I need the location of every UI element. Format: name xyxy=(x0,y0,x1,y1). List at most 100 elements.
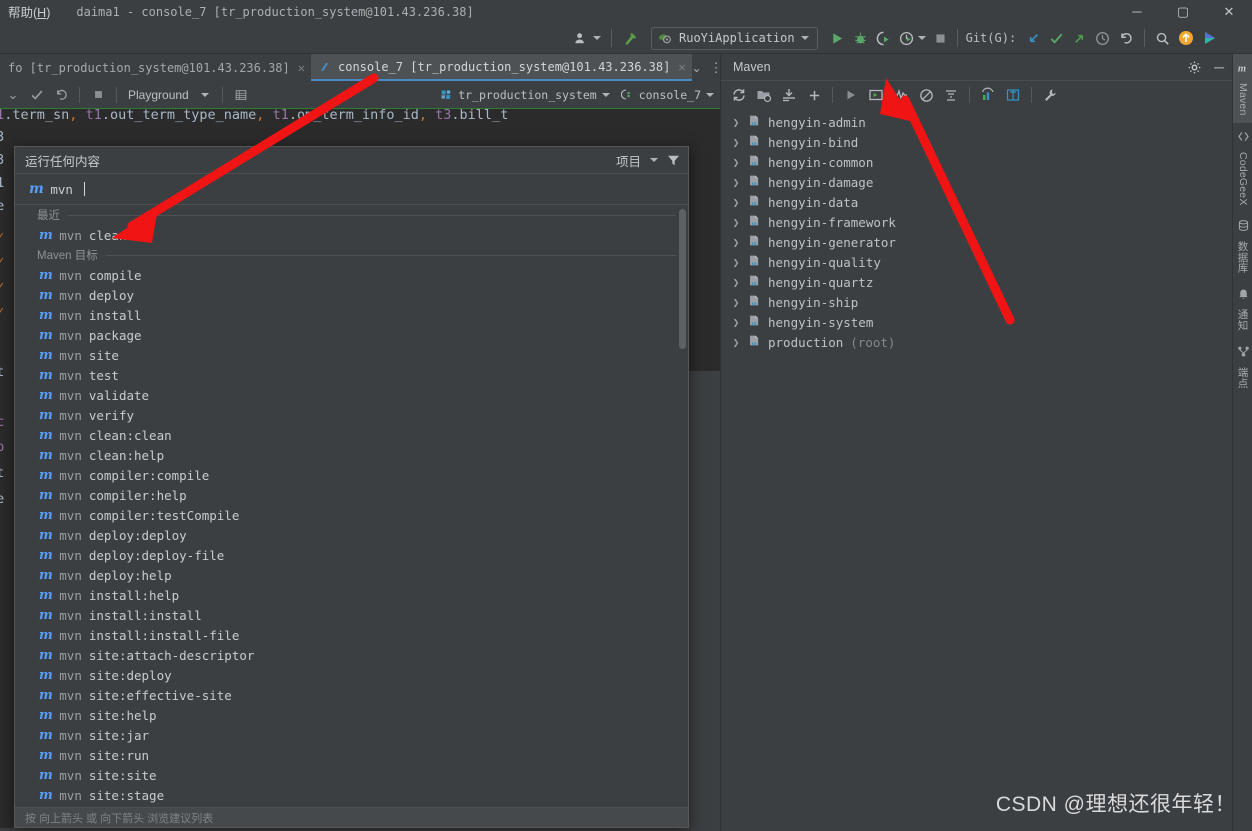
chevron-right-icon[interactable]: ❯ xyxy=(731,276,741,289)
chevron-right-icon[interactable]: ❯ xyxy=(731,316,741,329)
suggestion-item[interactable]: m mvn clean:help xyxy=(15,445,688,465)
hide-tool-window-icon[interactable]: ─ xyxy=(1214,60,1224,74)
suggestion-item[interactable]: m mvn compiler:testCompile xyxy=(15,505,688,525)
chevron-right-icon[interactable]: ❯ xyxy=(731,256,741,269)
suggestion-item[interactable]: m mvn install:install-file xyxy=(15,625,688,645)
suggestion-item[interactable]: m mvn site:attach-descriptor xyxy=(15,645,688,665)
run-button[interactable] xyxy=(826,26,849,50)
search-everywhere-icon[interactable] xyxy=(1151,26,1174,50)
run-configuration-selector[interactable]: RuoYiApplication xyxy=(651,26,818,50)
popup-scrollbar[interactable] xyxy=(679,209,686,349)
git-rollback-icon[interactable] xyxy=(1114,26,1138,50)
codegeex-icon[interactable] xyxy=(1198,26,1222,50)
suggestion-item[interactable]: m mvn install:help xyxy=(15,585,688,605)
stripe-button-CodeGeeX[interactable]: CodeGeeX xyxy=(1233,123,1252,213)
datasource-selector[interactable]: tr_production_system xyxy=(440,88,597,102)
suggestion-item[interactable]: m mvn install xyxy=(15,305,688,325)
chevron-right-icon[interactable]: ❯ xyxy=(731,116,741,129)
maven-tree-node[interactable]: ❯ m hengyin-damage xyxy=(721,172,1232,192)
suggestion-item[interactable]: m mvn site:run xyxy=(15,745,688,765)
close-icon[interactable]: ✕ xyxy=(298,61,305,75)
suggestion-item[interactable]: m mvn site:effective-site xyxy=(15,685,688,705)
suggestion-item[interactable]: m mvn site:deploy xyxy=(15,665,688,685)
maven-tree-node[interactable]: ❯ m hengyin-quartz xyxy=(721,272,1232,292)
maven-tree-node[interactable]: ❯ m hengyin-admin xyxy=(721,112,1232,132)
editor-tab-console-7[interactable]: console_7 [tr_production_system@101.43.2… xyxy=(311,54,692,81)
run-anything-suggestions[interactable]: 最近 m mvn clean Maven 目标 m mvn compile m mvn deploy… xyxy=(15,205,688,807)
maximize-button[interactable]: ▢ xyxy=(1160,0,1206,23)
menu-help[interactable]: 帮助(H) xyxy=(8,2,50,21)
stripe-button-通知[interactable]: 通知 xyxy=(1233,280,1252,337)
chevron-down-icon[interactable] xyxy=(706,92,714,97)
chevron-right-icon[interactable]: ❯ xyxy=(731,236,741,249)
close-icon[interactable]: ✕ xyxy=(678,60,685,74)
suggestion-item[interactable]: m mvn site:jar xyxy=(15,725,688,745)
maven-settings-icon[interactable] xyxy=(1038,83,1062,107)
show-dependencies-icon[interactable] xyxy=(976,83,1000,107)
suggestion-item[interactable]: m mvn verify xyxy=(15,405,688,425)
suggestion-item[interactable]: m mvn deploy:help xyxy=(15,565,688,585)
chevron-right-icon[interactable]: ❯ xyxy=(731,196,741,209)
chevron-right-icon[interactable]: ❯ xyxy=(731,156,741,169)
suggestion-item[interactable]: m mvn compiler:compile xyxy=(15,465,688,485)
chevron-down-icon[interactable] xyxy=(650,158,658,162)
suggestion-item[interactable]: m mvn site:site xyxy=(15,765,688,785)
suggestion-item[interactable]: m mvn site:stage xyxy=(15,785,688,805)
table-view-icon[interactable] xyxy=(230,84,252,106)
add-maven-project-icon[interactable] xyxy=(802,83,826,107)
stripe-button-Maven[interactable]: m Maven xyxy=(1233,54,1252,123)
maven-tree-node[interactable]: ❯ m hengyin-common xyxy=(721,152,1232,172)
chevron-down-icon[interactable]: ⌄ xyxy=(2,84,24,106)
suggestion-item[interactable]: m mvn site:help xyxy=(15,705,688,725)
stripe-button-端点[interactable]: 端点 xyxy=(1233,338,1252,395)
debug-button[interactable] xyxy=(849,26,872,50)
stripe-button-数据库[interactable]: 数据库 xyxy=(1233,212,1252,280)
build-hammer-icon[interactable] xyxy=(618,26,643,50)
suggestion-item[interactable]: m mvn clean:clean xyxy=(15,425,688,445)
user-settings-icon[interactable] xyxy=(570,26,605,50)
suggestion-item[interactable]: m mvn deploy:deploy xyxy=(15,525,688,545)
console-selector[interactable]: console_7 xyxy=(620,88,701,102)
expand-diagram-icon[interactable] xyxy=(1001,83,1025,107)
minimize-button[interactable]: ─ xyxy=(1114,0,1160,23)
chevron-down-icon[interactable] xyxy=(200,92,209,97)
download-sources-icon[interactable] xyxy=(777,83,801,107)
filter-funnel-icon[interactable] xyxy=(667,155,680,166)
suggestion-item[interactable]: m mvn deploy:deploy-file xyxy=(15,545,688,565)
profiler-button[interactable] xyxy=(895,26,930,50)
git-push-icon[interactable] xyxy=(1068,26,1091,50)
git-update-icon[interactable] xyxy=(1022,26,1045,50)
suggestion-item[interactable]: m mvn deploy xyxy=(15,285,688,305)
run-icon[interactable] xyxy=(839,83,863,107)
maven-tree-node[interactable]: ❯ m hengyin-framework xyxy=(721,212,1232,232)
chevron-down-icon[interactable] xyxy=(601,92,610,97)
suggestion-item[interactable]: m mvn install:install xyxy=(15,605,688,625)
maven-tree-node[interactable]: ❯ m hengyin-bind xyxy=(721,132,1232,152)
run-with-coverage-button[interactable] xyxy=(872,26,895,50)
chevron-right-icon[interactable]: ❯ xyxy=(731,296,741,309)
chevron-right-icon[interactable]: ❯ xyxy=(731,136,741,149)
suggestion-item[interactable]: m mvn compile xyxy=(15,265,688,285)
maven-tree-node[interactable]: ❯ m hengyin-data xyxy=(721,192,1232,212)
maven-tree-node[interactable]: ❯ m hengyin-ship xyxy=(721,292,1232,312)
close-button[interactable]: ✕ xyxy=(1206,0,1252,23)
stop-icon[interactable] xyxy=(87,84,109,106)
maven-tree-node[interactable]: ❯ m hengyin-generator xyxy=(721,232,1232,252)
rollback-icon[interactable] xyxy=(50,84,72,106)
maven-project-tree[interactable]: ❯ m hengyin-admin ❯ m hengyin-bind ❯ m hengyin-c… xyxy=(721,109,1232,352)
suggestion-item[interactable]: m mvn validate xyxy=(15,385,688,405)
git-history-icon[interactable] xyxy=(1091,26,1114,50)
suggestion-item[interactable]: m mvn clean xyxy=(15,225,688,245)
maven-tree-node[interactable]: ❯ m hengyin-quality xyxy=(721,252,1232,272)
toggle-offline-icon[interactable] xyxy=(914,83,938,107)
suggestion-item[interactable]: m mvn site xyxy=(15,345,688,365)
generate-sources-icon[interactable] xyxy=(752,83,776,107)
chevron-right-icon[interactable]: ❯ xyxy=(731,336,741,349)
scope-selector-label[interactable]: 项目 xyxy=(616,151,641,170)
run-anything-input[interactable]: m mvn xyxy=(15,174,688,205)
execute-statement-icon[interactable] xyxy=(26,84,48,106)
editor-tab-inactive[interactable]: fo [tr_production_system@101.43.236.38] … xyxy=(0,54,311,81)
toggle-skip-tests-icon[interactable] xyxy=(889,83,913,107)
collapse-all-icon[interactable] xyxy=(939,83,963,107)
suggestion-item[interactable]: m mvn package xyxy=(15,325,688,345)
